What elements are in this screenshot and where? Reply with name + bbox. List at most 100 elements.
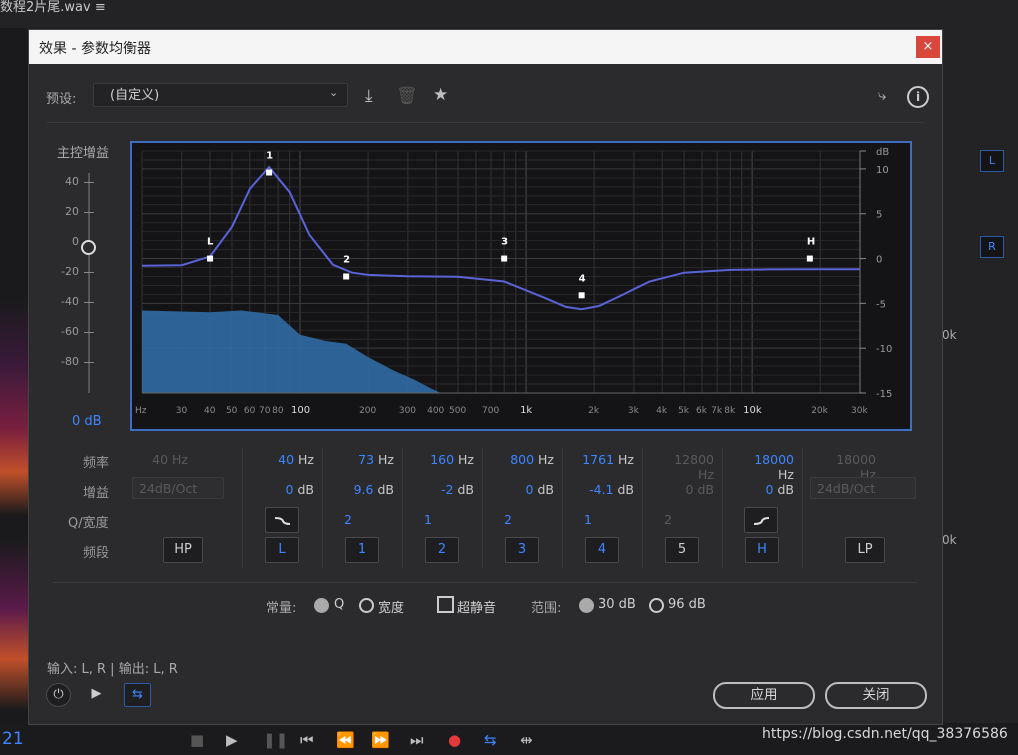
eq-node-label: 4 — [579, 273, 586, 284]
db-tick-label: -10 — [876, 344, 892, 355]
high-shelf-shape-button[interactable] — [744, 507, 778, 533]
save-preset-icon[interactable]: ⤓ — [365, 86, 373, 106]
band-gain-value[interactable]: 0 — [686, 482, 694, 497]
band-gain-value[interactable]: 9.6 — [354, 482, 374, 497]
band-H-button[interactable]: H — [745, 537, 779, 563]
range-label: 范围: — [531, 601, 562, 616]
ultra-quiet-checkbox[interactable] — [437, 596, 454, 613]
routing-icon[interactable]: ⤷ — [878, 86, 886, 104]
band-3-button[interactable]: 3 — [505, 537, 539, 563]
close-icon[interactable]: × — [916, 36, 940, 58]
stop-button[interactable]: ■ — [190, 731, 204, 749]
band-3-q[interactable]: 2 — [486, 512, 530, 527]
band-L-gain[interactable]: 0 dB — [258, 482, 314, 497]
band-freq-value[interactable]: 800 — [510, 452, 534, 467]
band-1-freq[interactable]: 73 Hz — [338, 452, 394, 467]
band-1-q[interactable]: 2 — [326, 512, 370, 527]
db-tick-label: dB — [876, 147, 889, 158]
band-freq-value[interactable]: 160 — [430, 452, 454, 467]
band-5-q[interactable]: 2 — [646, 512, 690, 527]
eq-graph-svg[interactable]: L1234HdB1050-5-10-15Hz 30 40 50 60 70 80 100 200… — [132, 143, 910, 429]
loop-preview-icon[interactable]: ⇆ — [124, 683, 151, 707]
band-4-gain[interactable]: -4.1 dB — [578, 482, 634, 497]
band-4-button[interactable]: 4 — [585, 537, 619, 563]
band-freq-value[interactable]: 12800 — [674, 452, 714, 467]
channel-r-badge[interactable]: R — [980, 236, 1004, 258]
band-3-gain[interactable]: 0 dB — [498, 482, 554, 497]
eq-node-label: 2 — [343, 254, 350, 265]
range-30-radio[interactable] — [579, 598, 594, 613]
power-icon[interactable]: ⏻ — [46, 683, 71, 707]
eq-node-label: H — [807, 237, 815, 248]
favorite-star-icon[interactable]: ★ — [433, 85, 448, 105]
band-5-gain[interactable]: 0 dB — [658, 482, 714, 497]
close-button[interactable]: 关闭 — [825, 682, 927, 709]
low-shelf-shape-button[interactable] — [265, 507, 299, 533]
band-gain-value[interactable]: 0 — [766, 482, 774, 497]
eq-node-handle[interactable] — [266, 169, 273, 176]
preview-play-icon[interactable]: ▶ — [84, 683, 109, 705]
loop-button[interactable]: ⇆ — [484, 731, 497, 749]
band-gain-value[interactable]: -4.1 — [589, 482, 613, 497]
band-2-button[interactable]: 2 — [425, 537, 459, 563]
master-gain-knob[interactable] — [81, 240, 96, 255]
hp-slope-dropdown[interactable]: 24dB/Oct — [132, 477, 224, 499]
band-H-freq[interactable]: 18000 Hz — [738, 452, 794, 482]
eq-node-handle[interactable] — [806, 255, 813, 262]
skip-end-button[interactable]: ⏭ — [410, 731, 424, 749]
band-1-button[interactable]: 1 — [345, 537, 379, 563]
band-2-gain[interactable]: -2 dB — [418, 482, 474, 497]
master-gain-track[interactable] — [88, 173, 90, 393]
low-shelf-icon — [274, 517, 291, 525]
skip-selection-button[interactable]: ⇹ — [520, 731, 533, 749]
master-gain-value[interactable]: 0 dB — [72, 414, 102, 429]
forward-button[interactable]: ⏩ — [371, 731, 390, 749]
eq-node-handle[interactable] — [501, 255, 508, 262]
band-1-gain[interactable]: 9.6 dB — [338, 482, 394, 497]
eq-node-handle[interactable] — [578, 292, 585, 299]
band-5-button[interactable]: 5 — [665, 537, 699, 563]
lp-slope-dropdown[interactable]: 24dB/Oct — [810, 477, 916, 499]
constant-q-radio[interactable] — [314, 598, 329, 613]
band-gain-value[interactable]: 0 — [286, 482, 294, 497]
constant-width-radio[interactable] — [359, 598, 374, 613]
channel-l-badge[interactable]: L — [980, 150, 1004, 172]
rewind-button[interactable]: ⏪ — [336, 731, 355, 749]
eq-graph[interactable]: L 1 2 3 4 HdB 10 5 0 -5 -10 -15 Hz 30 40 50 60 70 80 100 200… — [130, 141, 912, 431]
eq-node-handle[interactable] — [207, 255, 214, 262]
band-freq-value[interactable]: 40 — [278, 452, 294, 467]
eq-node-handle[interactable] — [343, 273, 350, 280]
chevron-down-icon[interactable]: ⌄ — [329, 86, 338, 99]
band-L-button[interactable]: L — [265, 537, 299, 563]
hp-freq[interactable]: 40 Hz — [132, 452, 188, 467]
freq-tick-label: 60 — [244, 406, 256, 416]
band-3-freq[interactable]: 800 Hz — [498, 452, 554, 467]
delete-preset-icon[interactable]: 🗑 — [396, 86, 418, 106]
master-tick-mark — [84, 272, 94, 273]
apply-button[interactable]: 应用 — [713, 682, 815, 709]
record-button[interactable]: ● — [448, 731, 461, 749]
band-4-q[interactable]: 1 — [566, 512, 610, 527]
range-96-radio[interactable] — [649, 598, 664, 613]
band-2-freq[interactable]: 160 Hz — [418, 452, 474, 467]
pause-button[interactable]: ❚❚ — [263, 731, 288, 749]
band-4-freq[interactable]: 1761 Hz — [578, 452, 634, 467]
band-gain-value[interactable]: 0 — [526, 482, 534, 497]
band-gain-value[interactable]: -2 — [441, 482, 453, 497]
hp-band-button[interactable]: HP — [163, 537, 203, 563]
band-row-label: 频段 — [83, 546, 110, 561]
band-freq-value[interactable]: 73 — [358, 452, 374, 467]
band-2-q[interactable]: 1 — [406, 512, 450, 527]
skip-start-button[interactable]: ⏮ — [300, 731, 314, 749]
play-button[interactable]: ▶ — [226, 731, 238, 749]
band-H-gain[interactable]: 0 dB — [738, 482, 794, 497]
band-freq-value[interactable]: 1761 — [582, 452, 614, 467]
range-96-label: 96 dB — [668, 597, 706, 612]
hz-unit: Hz — [698, 467, 714, 482]
band-freq-value[interactable]: 18000 — [754, 452, 794, 467]
info-icon[interactable]: i — [907, 86, 929, 108]
lp-band-button[interactable]: LP — [845, 537, 885, 563]
band-5-freq[interactable]: 12800 Hz — [658, 452, 714, 482]
band-L-freq[interactable]: 40 Hz — [258, 452, 314, 467]
preset-dropdown[interactable]: (自定义) — [93, 83, 348, 107]
